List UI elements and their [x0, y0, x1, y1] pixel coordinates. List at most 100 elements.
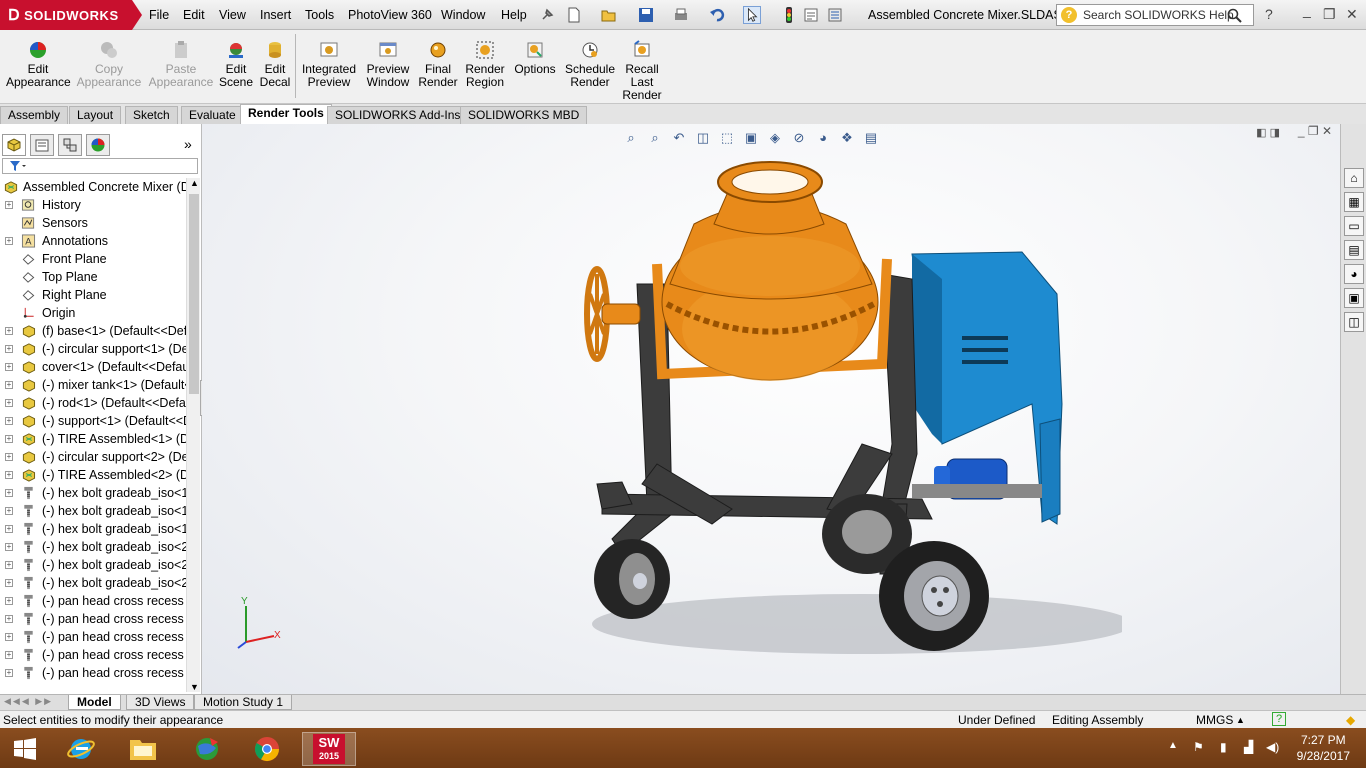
start-button[interactable] — [2, 732, 48, 766]
expand-toggle-icon[interactable]: + — [5, 435, 13, 443]
rebuild-icon[interactable] — [780, 6, 798, 24]
menu-help[interactable]: Help — [501, 8, 527, 22]
expand-panel-icon[interactable]: » — [184, 136, 192, 152]
mixer-drum[interactable] — [652, 161, 892, 381]
view-orientation-icon[interactable]: ▣ — [742, 130, 760, 146]
edit-decal-button[interactable]: Edit Decal — [258, 40, 292, 89]
expand-toggle-icon[interactable]: + — [5, 417, 13, 425]
file-properties-icon[interactable] — [802, 6, 820, 24]
tab-evaluate[interactable]: Evaluate — [181, 106, 244, 124]
print-icon[interactable] — [672, 6, 690, 24]
menu-photoview[interactable]: PhotoView 360 — [348, 8, 432, 22]
scroll-thumb[interactable] — [189, 194, 199, 394]
tree-item[interactable]: + (-) hex bolt gradeab_iso<17 — [0, 484, 186, 502]
expand-toggle-icon[interactable]: + — [5, 345, 13, 353]
menu-insert[interactable]: Insert — [260, 8, 291, 22]
tree-item[interactable]: + (-) TIRE Assembled<1> (De — [0, 430, 186, 448]
clock[interactable]: 7:27 PM 9/28/2017 — [1297, 732, 1350, 764]
tree-root-assembly[interactable]: Assembled Concrete Mixer (De — [0, 178, 186, 196]
rear-right-wheel[interactable] — [879, 541, 989, 651]
globe-app-button[interactable] — [184, 732, 230, 766]
apply-scene-icon[interactable]: ❖ — [838, 130, 856, 146]
display-manager-tab[interactable] — [86, 134, 110, 156]
expand-toggle-icon[interactable]: + — [5, 237, 13, 245]
expand-toggle-icon[interactable]: + — [5, 471, 13, 479]
schedule-render-button[interactable]: Schedule Render — [562, 40, 618, 89]
open-folder-icon[interactable] — [600, 6, 618, 24]
menu-window[interactable]: Window — [441, 8, 485, 22]
expand-toggle-icon[interactable]: + — [5, 327, 13, 335]
tree-item[interactable]: + (f) base<1> (Default<<Defa — [0, 322, 186, 340]
internet-explorer-button[interactable] — [58, 732, 104, 766]
search-box[interactable]: ? Search SOLIDWORKS Help — [1056, 4, 1254, 26]
tree-item[interactable]: + (-) hex bolt gradeab_iso<18 — [0, 502, 186, 520]
tree-item[interactable]: + (-) hex bolt gradeab_iso<20 — [0, 538, 186, 556]
tab-3d-views[interactable]: 3D Views — [126, 695, 195, 710]
tree-item[interactable]: + (-) hex bolt gradeab_iso<19 — [0, 520, 186, 538]
tree-item[interactable]: Front Plane — [0, 250, 186, 268]
tree-scrollbar[interactable]: ▲ ▼ — [186, 178, 200, 692]
tree-item[interactable]: + (-) pan head cross recess sc — [0, 628, 186, 646]
hand-wheel[interactable] — [584, 266, 641, 362]
edit-appearance-icon[interactable]: ◕ — [814, 130, 832, 146]
tree-item[interactable]: + cover<1> (Default<<Defau — [0, 358, 186, 376]
render-options-button[interactable]: Options — [512, 40, 558, 76]
tree-item[interactable]: Right Plane — [0, 286, 186, 304]
quick-tips-icon[interactable]: ? — [1272, 712, 1286, 726]
expand-toggle-icon[interactable]: + — [5, 453, 13, 461]
tree-item[interactable]: Origin — [0, 304, 186, 322]
final-render-button[interactable]: Final Render — [418, 40, 458, 89]
edit-appearance-button[interactable]: Edit Appearance — [6, 40, 71, 89]
custom-properties-icon[interactable]: ▣ — [1344, 288, 1364, 308]
search-icon[interactable] — [1227, 8, 1243, 24]
expand-toggle-icon[interactable]: + — [5, 363, 13, 371]
menu-file[interactable]: File — [149, 8, 169, 22]
hide-show-items-icon[interactable]: ⊘ — [790, 130, 808, 146]
configuration-manager-tab[interactable] — [58, 134, 82, 156]
section-view-icon[interactable]: ◫ — [694, 130, 712, 146]
dynamic-annotation-icon[interactable]: ⬚ — [718, 130, 736, 146]
solidworks-taskbar-button[interactable]: SW 2015 — [302, 732, 356, 766]
feature-tree-tab[interactable] — [2, 134, 26, 156]
file-explorer-button[interactable] — [120, 732, 166, 766]
show-hidden-icons[interactable]: ▲ — [1168, 740, 1178, 751]
expand-toggle-icon[interactable]: + — [5, 543, 13, 551]
menu-edit[interactable]: Edit — [183, 8, 205, 22]
paste-appearance-button[interactable]: Paste Appearance — [148, 40, 214, 89]
tree-item[interactable]: Sensors — [0, 214, 186, 232]
expand-toggle-icon[interactable]: + — [5, 399, 13, 407]
tree-item[interactable]: + History — [0, 196, 186, 214]
tree-item[interactable]: + (-) pan head cross recess sc — [0, 592, 186, 610]
help-menu-icon[interactable]: ? — [1265, 6, 1273, 22]
tree-item[interactable]: + (-) circular support<1> (De — [0, 340, 186, 358]
tab-layout[interactable]: Layout — [69, 106, 122, 124]
concrete-mixer-model[interactable] — [562, 154, 1122, 674]
graphics-area[interactable]: ⌕ ⌕ ↶ ◫ ⬚ ▣ ◈ ⊘ ◕ ❖ ▤ ◧ ◨ _ ❐ ✕ Y X — [202, 124, 1340, 694]
copy-appearance-button[interactable]: Copy Appearance — [76, 40, 142, 89]
expand-toggle-icon[interactable]: + — [5, 381, 13, 389]
close-icon[interactable]: ✕ — [1346, 6, 1358, 23]
units-indicator[interactable]: MMGS — [1196, 711, 1233, 729]
tab-render-tools[interactable]: Render Tools — [240, 104, 332, 126]
menu-view[interactable]: View — [219, 8, 246, 22]
zoom-to-area-icon[interactable]: ⌕ — [646, 130, 664, 146]
electric-motor[interactable] — [912, 458, 1042, 500]
menu-tools[interactable]: Tools — [305, 8, 334, 22]
volume-icon[interactable]: ◀) — [1266, 740, 1279, 754]
expand-toggle-icon[interactable]: + — [5, 597, 13, 605]
tab-motion-study-1[interactable]: Motion Study 1 — [194, 695, 293, 710]
flag-icon[interactable]: ⚑ — [1193, 740, 1204, 754]
recall-last-render-button[interactable]: Recall Last Render — [622, 40, 662, 102]
expand-toggle-icon[interactable]: + — [5, 525, 13, 533]
tab-solidworks-add-ins[interactable]: SOLIDWORKS Add-Ins — [327, 106, 469, 124]
expand-toggle-icon[interactable]: + — [5, 633, 13, 641]
tab-model[interactable]: Model — [68, 695, 121, 710]
viewport-tile-icon[interactable]: ◧ ◨ — [1256, 126, 1280, 139]
render-region-button[interactable]: Render Region — [462, 40, 508, 89]
expand-toggle-icon[interactable]: + — [5, 489, 13, 497]
preview-window-button[interactable]: Preview Window — [362, 40, 414, 89]
tree-item[interactable]: + (-) mixer tank<1> (Default< — [0, 376, 186, 394]
tree-item[interactable]: + (-) pan head cross recess sc — [0, 646, 186, 664]
expand-toggle-icon[interactable]: + — [5, 507, 13, 515]
tree-item[interactable]: + (-) TIRE Assembled<2> (De — [0, 466, 186, 484]
